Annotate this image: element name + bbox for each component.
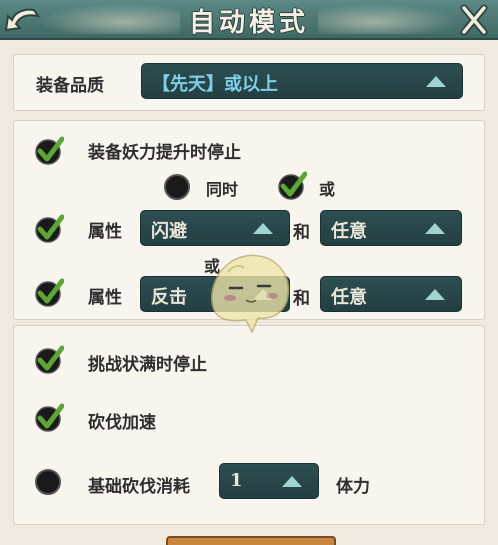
chevron-up-icon [425,289,445,300]
demon-stop-label: 装备妖力提升时停止 [88,143,241,163]
quality-panel: 装备品质 【先天】或以上 [13,54,485,111]
chop-cost-dropdown[interactable]: 1 [219,463,319,499]
demon-stop-checkbox[interactable] [34,136,65,166]
or-between-label: 或 [204,257,221,276]
chevron-up-icon [426,76,446,87]
attr-row1-left-value: 闪避 [151,221,187,242]
page-title: 自动模式 [188,8,309,38]
attr-row1-checkbox[interactable] [34,214,65,244]
attr-row1-joiner: 和 [293,223,310,243]
challenge-stop-label: 挑战状满时停止 [88,355,207,375]
quality-label: 装备品质 [36,76,104,96]
chop-speed-label: 砍伐加速 [88,413,156,433]
or-label: 或 [319,180,336,199]
attr-row2-label: 属性 [88,288,122,308]
attr-row2-right-value: 任意 [331,287,367,308]
chevron-up-icon [425,223,445,234]
chop-speed-checkbox[interactable] [34,403,65,433]
quality-value: 【先天】或以上 [152,74,278,95]
attr-row2-right-dropdown[interactable]: 任意 [320,276,462,312]
chevron-up-icon [282,476,302,487]
attr-row2-joiner: 和 [293,289,310,309]
chop-cost-unit: 体力 [336,477,370,497]
demon-power-panel: 装备妖力提升时停止 同时 或 属性 闪避 和 任意 或 属性 反击 和 任意 [13,120,485,320]
attr-row1-label: 属性 [88,222,122,242]
attr-row1-right-dropdown[interactable]: 任意 [320,210,462,246]
attr-row2-checkbox[interactable] [34,278,65,308]
confirm-button-edge[interactable] [166,536,336,545]
same-time-label: 同时 [206,180,239,199]
chevron-up-icon [253,223,273,234]
chop-cost-label: 基础砍伐消耗 [88,477,190,497]
chop-cost-value: 1 [230,470,243,491]
same-time-radio[interactable] [164,174,190,200]
challenge-stop-checkbox[interactable] [34,345,65,375]
attr-row1-left-dropdown[interactable]: 闪避 [140,210,290,246]
attr-row1-right-value: 任意 [331,221,367,242]
attr-row2-left-dropdown[interactable]: 反击 [140,276,290,312]
quality-dropdown[interactable]: 【先天】或以上 [141,63,463,99]
chevron-up-icon [253,289,273,300]
or-radio-checked[interactable] [277,171,308,201]
close-icon[interactable] [456,2,492,38]
attr-row2-left-value: 反击 [151,287,187,308]
other-options-panel: 挑战状满时停止 砍伐加速 基础砍伐消耗 1 体力 [13,325,485,525]
chop-cost-radio[interactable] [35,469,61,495]
title-bar: 自动模式 [0,0,498,40]
